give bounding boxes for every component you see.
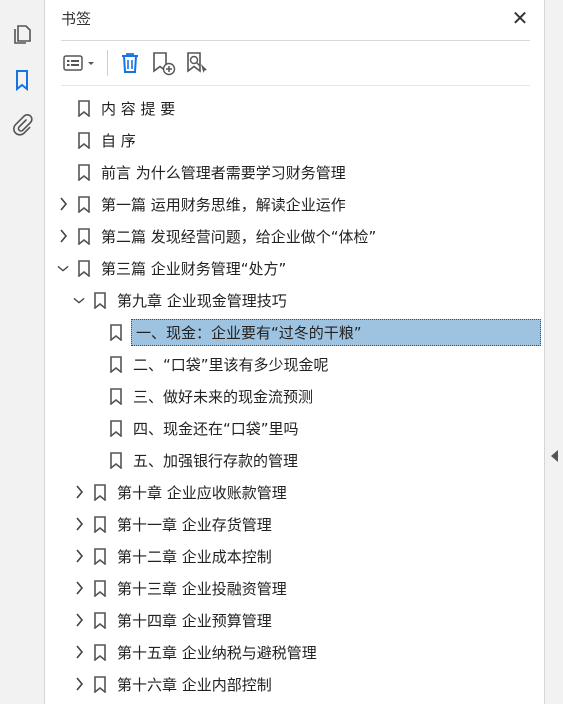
divider	[61, 40, 530, 41]
bookmark-item-icon	[93, 611, 107, 629]
chevron-right-icon[interactable]	[73, 517, 85, 531]
divider	[61, 85, 530, 86]
bookmark-label[interactable]: 第十章 企业应收账款管理	[115, 480, 289, 505]
bookmark-label[interactable]: 第十三章 企业投融资管理	[115, 576, 289, 601]
bookmark-label[interactable]: 自 序	[99, 128, 138, 153]
bookmark-label[interactable]: 第一篇 运用财务思维，解读企业运作	[99, 192, 348, 217]
bookmark-label[interactable]: 一、现金：企业要有“过冬的干粮”	[131, 318, 541, 346]
bookmark-item-icon	[109, 419, 123, 437]
chevron-spacer	[89, 325, 101, 339]
bookmark-item[interactable]: 前言 为什么管理者需要学习财务管理	[45, 156, 556, 188]
bookmark-label[interactable]: 前言 为什么管理者需要学习财务管理	[99, 160, 348, 185]
chevron-right-icon[interactable]	[73, 485, 85, 499]
bookmark-label[interactable]: 第十六章 企业内部控制	[115, 672, 274, 697]
paperclip-icon[interactable]	[10, 113, 34, 137]
bookmark-item-icon	[93, 643, 107, 661]
bookmark-item[interactable]: 第三篇 企业财务管理“处方”	[45, 252, 556, 284]
chevron-right-icon[interactable]	[73, 645, 85, 659]
bookmark-item-icon	[109, 355, 123, 373]
bookmark-label[interactable]: 三、做好未来的现金流预测	[131, 384, 315, 409]
chevron-right-icon[interactable]	[57, 197, 69, 211]
bookmark-item[interactable]: 第十三章 企业投融资管理	[45, 572, 563, 604]
bookmark-item-icon	[93, 579, 107, 597]
new-bookmark-icon[interactable]	[148, 49, 178, 77]
options-menu-icon[interactable]	[61, 49, 99, 77]
bookmark-label[interactable]: 五、加强银行存款的管理	[131, 448, 300, 473]
bookmark-item-icon	[109, 323, 123, 341]
toolbar-separator	[107, 50, 108, 76]
bookmark-item[interactable]: 第十二章 企业成本控制	[45, 540, 563, 572]
bookmark-item[interactable]: 五、加强银行存款的管理	[45, 444, 563, 476]
bookmark-item-icon	[77, 163, 91, 181]
delete-bookmark-icon[interactable]	[116, 49, 144, 77]
bookmark-label[interactable]: 第十五章 企业纳税与避税管理	[115, 640, 319, 665]
bookmark-item[interactable]: 第十五章 企业纳税与避税管理	[45, 636, 563, 668]
chevron-down-icon[interactable]	[73, 293, 85, 307]
pages-icon[interactable]	[10, 22, 34, 46]
bookmark-item[interactable]: 三、做好未来的现金流预测	[45, 380, 563, 412]
right-collapse-bar[interactable]	[544, 0, 563, 704]
bookmark-item-icon	[77, 195, 91, 213]
bookmark-item-icon	[77, 99, 91, 117]
bookmark-item[interactable]: 第十六章 企业内部控制	[45, 668, 563, 700]
bookmark-item-icon	[109, 387, 123, 405]
bookmarks-panel: 书签 ✕ 内 容 提 要自 序前言 为什么管理者需要学习财务管理 第一篇 运用财务…	[45, 0, 544, 704]
bookmark-item[interactable]: 第一篇 运用财务思维，解读企业运作	[45, 188, 556, 220]
chevron-spacer	[57, 101, 69, 115]
chevron-right-icon[interactable]	[73, 613, 85, 627]
bookmark-label[interactable]: 二、“口袋”里该有多少现金呢	[131, 352, 331, 377]
bookmark-item[interactable]: 第十章 企业应收账款管理	[45, 476, 563, 508]
find-bookmark-icon[interactable]	[182, 49, 212, 77]
bookmark-item[interactable]: 自 序	[45, 124, 556, 156]
bookmark-item[interactable]: 一、现金：企业要有“过冬的干粮”	[45, 316, 563, 348]
bookmark-icon[interactable]	[10, 68, 34, 92]
chevron-spacer	[89, 357, 101, 371]
chevron-spacer	[89, 389, 101, 403]
bookmark-label[interactable]: 第十二章 企业成本控制	[115, 544, 274, 569]
bookmark-item-icon	[93, 515, 107, 533]
bookmark-item-icon	[77, 259, 91, 277]
chevron-spacer	[89, 421, 101, 435]
chevron-spacer	[57, 133, 69, 147]
collapse-arrow-icon[interactable]	[551, 450, 558, 462]
chevron-right-icon[interactable]	[57, 229, 69, 243]
bookmark-item[interactable]: 第十四章 企业预算管理	[45, 604, 563, 636]
bookmarks-toolbar	[61, 48, 216, 78]
bookmark-item[interactable]: 内 容 提 要	[45, 92, 556, 124]
bookmark-item[interactable]: 四、现金还在“口袋”里吗	[45, 412, 563, 444]
bookmark-item-icon	[93, 483, 107, 501]
left-nav-bar	[0, 0, 45, 704]
bookmark-item-icon	[93, 291, 107, 309]
close-icon[interactable]: ✕	[510, 8, 530, 28]
chevron-right-icon[interactable]	[73, 677, 85, 691]
bookmark-item-icon	[77, 131, 91, 149]
bookmark-item[interactable]: 第二篇 发现经营问题，给企业做个“体检”	[45, 220, 556, 252]
bookmark-item-icon	[109, 451, 123, 469]
bookmark-label[interactable]: 四、现金还在“口袋”里吗	[131, 416, 301, 441]
bookmark-item[interactable]: 第九章 企业现金管理技巧	[45, 284, 563, 316]
bookmark-label[interactable]: 第三篇 企业财务管理“处方”	[99, 256, 288, 281]
bookmark-label[interactable]: 内 容 提 要	[99, 96, 177, 121]
bookmark-item-icon	[93, 547, 107, 565]
chevron-spacer	[57, 165, 69, 179]
bookmark-item-icon	[77, 227, 91, 245]
bookmark-label[interactable]: 第二篇 发现经营问题，给企业做个“体检”	[99, 224, 378, 249]
bookmark-item-icon	[93, 675, 107, 693]
chevron-spacer	[89, 453, 101, 467]
bookmark-item[interactable]: 二、“口袋”里该有多少现金呢	[45, 348, 563, 380]
chevron-right-icon[interactable]	[73, 581, 85, 595]
bookmark-label[interactable]: 第十四章 企业预算管理	[115, 608, 274, 633]
chevron-down-icon[interactable]	[57, 261, 69, 275]
bookmark-item[interactable]: 第十一章 企业存货管理	[45, 508, 563, 540]
panel-title: 书签	[61, 10, 92, 28]
bookmark-label[interactable]: 第十一章 企业存货管理	[115, 512, 274, 537]
chevron-right-icon[interactable]	[73, 549, 85, 563]
bookmark-label[interactable]: 第九章 企业现金管理技巧	[115, 288, 289, 313]
